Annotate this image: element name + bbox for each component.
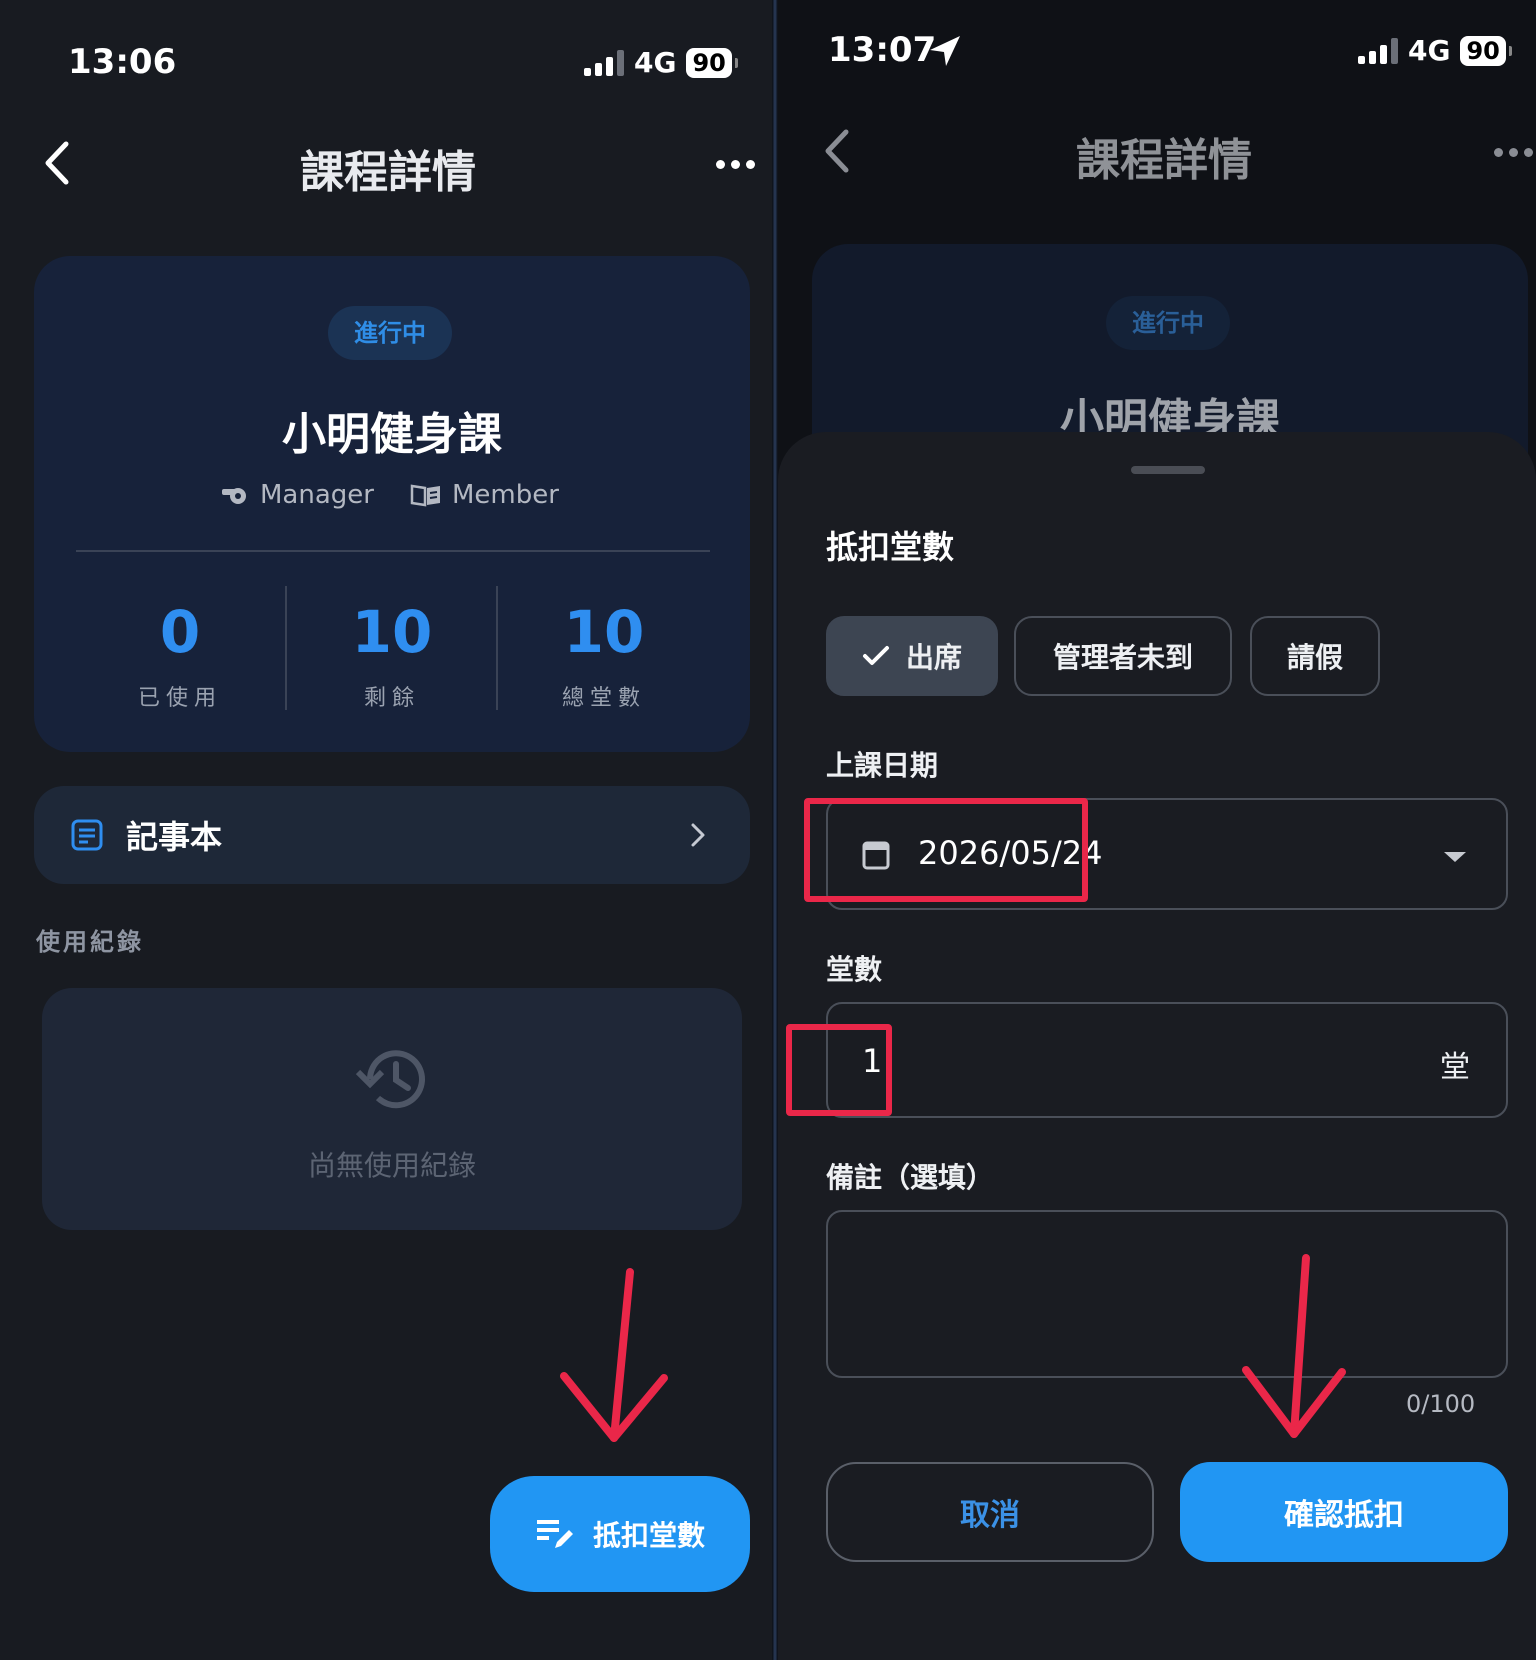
left-screen: 13:06 4G 90 課程詳情 進行中 小明健身課 Manager Membe… bbox=[0, 0, 772, 1660]
option-attend[interactable]: 出席 bbox=[826, 616, 998, 696]
stat-total: 10 總堂數 bbox=[504, 598, 704, 712]
deduct-sessions-button[interactable]: 抵扣堂數 bbox=[490, 1476, 750, 1592]
option-attend-label: 出席 bbox=[905, 641, 962, 674]
empty-history-box: 尚無使用紀錄 bbox=[42, 988, 742, 1230]
chevron-right-icon bbox=[691, 823, 705, 847]
count-unit: 堂 bbox=[1440, 1050, 1470, 1085]
stat-total-label: 總堂數 bbox=[561, 686, 646, 711]
battery-icon: 90 bbox=[1460, 35, 1513, 66]
dropdown-caret-icon bbox=[1444, 852, 1466, 862]
deduct-sessions-label: 抵扣堂數 bbox=[592, 1519, 705, 1552]
status-time: 13:07 bbox=[828, 30, 937, 70]
stat-used-value: 0 bbox=[159, 598, 201, 666]
empty-history-text: 尚無使用紀錄 bbox=[307, 1149, 476, 1182]
option-manager-absent[interactable]: 管理者未到 bbox=[1014, 616, 1232, 696]
back-button[interactable] bbox=[822, 128, 852, 181]
deduct-sessions-sheet: 抵扣堂數 出席 管理者未到 請假 上課日期 2026/05/24 堂數 1 堂 … bbox=[778, 432, 1536, 1660]
annotation-highlight bbox=[804, 798, 1088, 902]
stat-remaining-value: 10 bbox=[351, 598, 433, 666]
page-title: 課程詳情 bbox=[1076, 135, 1252, 186]
status-indicators: 4G 90 bbox=[1358, 34, 1513, 67]
stat-divider bbox=[496, 586, 498, 710]
stat-remaining-label: 剩餘 bbox=[363, 686, 420, 711]
notebook-row[interactable]: 記事本 bbox=[34, 786, 750, 884]
sheet-handle[interactable] bbox=[1131, 466, 1205, 474]
check-icon bbox=[862, 646, 889, 665]
status-badge: 進行中 bbox=[1106, 296, 1230, 350]
count-label: 堂數 bbox=[826, 953, 883, 986]
signal-icon bbox=[1358, 37, 1398, 64]
date-label: 上課日期 bbox=[826, 749, 939, 782]
manager-role: Manager bbox=[220, 480, 374, 510]
note-label: 備註（選填） bbox=[826, 1161, 995, 1194]
note-counter: 0/100 bbox=[1406, 1390, 1476, 1418]
page-title: 課程詳情 bbox=[300, 147, 476, 198]
annotation-highlight bbox=[786, 1024, 892, 1116]
status-time: 13:06 bbox=[68, 42, 177, 82]
status-indicators: 4G 90 bbox=[584, 46, 739, 79]
course-roles: Manager Member bbox=[220, 480, 559, 510]
cancel-label: 取消 bbox=[960, 1498, 1020, 1533]
history-section-title: 使用紀錄 bbox=[36, 928, 144, 956]
card-divider bbox=[76, 550, 710, 552]
more-icon[interactable] bbox=[1494, 148, 1533, 157]
confirm-label: 確認抵扣 bbox=[1284, 1498, 1404, 1533]
stat-remaining: 10 剩餘 bbox=[292, 598, 492, 712]
option-manager-absent-label: 管理者未到 bbox=[1052, 641, 1193, 674]
battery-icon: 90 bbox=[686, 47, 739, 78]
member-role: Member bbox=[410, 480, 559, 510]
network-type: 4G bbox=[1408, 34, 1451, 67]
confirm-deduct-button[interactable]: 確認抵扣 bbox=[1180, 1462, 1508, 1562]
sheet-title: 抵扣堂數 bbox=[826, 528, 955, 566]
chevron-left-icon bbox=[825, 129, 849, 173]
note-icon bbox=[71, 819, 103, 851]
whistle-icon bbox=[222, 488, 246, 504]
signal-icon bbox=[584, 49, 624, 76]
stat-used-label: 已使用 bbox=[137, 686, 222, 711]
option-leave[interactable]: 請假 bbox=[1250, 616, 1380, 696]
manager-label: Manager bbox=[260, 480, 374, 510]
back-button[interactable] bbox=[42, 140, 72, 193]
annotation-arrow bbox=[560, 1268, 668, 1442]
note-textarea[interactable] bbox=[826, 1210, 1508, 1378]
cancel-button[interactable]: 取消 bbox=[826, 1462, 1154, 1562]
course-summary-card: 進行中 小明健身課 Manager Member 0 已使用 10 剩餘 10 … bbox=[34, 256, 750, 752]
notebook-label: 記事本 bbox=[126, 818, 223, 856]
annotation-arrow bbox=[1242, 1254, 1346, 1438]
status-badge: 進行中 bbox=[328, 306, 452, 360]
option-leave-label: 請假 bbox=[1286, 641, 1343, 674]
count-input[interactable]: 1 堂 bbox=[826, 1002, 1508, 1118]
stat-used: 0 已使用 bbox=[80, 598, 280, 712]
edit-list-icon bbox=[536, 1520, 573, 1548]
member-label: Member bbox=[451, 480, 559, 510]
more-icon[interactable] bbox=[716, 160, 755, 169]
book-icon bbox=[410, 484, 440, 507]
stat-total-value: 10 bbox=[563, 598, 645, 666]
chevron-left-icon bbox=[45, 141, 69, 185]
course-name: 小明健身課 bbox=[282, 409, 502, 460]
history-icon bbox=[355, 1050, 425, 1109]
network-type: 4G bbox=[634, 46, 677, 79]
stat-divider bbox=[285, 586, 287, 710]
location-arrow-icon bbox=[930, 36, 960, 66]
right-screen: 13:07 4G 90 課程詳情 進行中 小明健身課 抵扣堂數 出席 管理者未到… bbox=[778, 0, 1536, 1660]
